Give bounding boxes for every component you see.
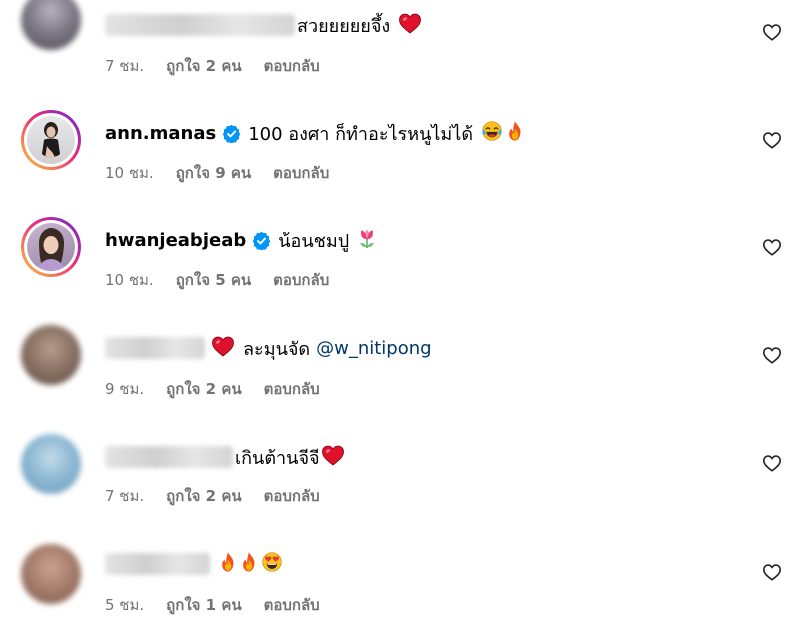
comment-line: ann.manas 100 องศา ก็ทำอะไรหนูไม่ได้ [105, 119, 525, 147]
comment-text: เกินต้านจีจี [235, 447, 320, 469]
reply-button[interactable]: ตอบกลับ [264, 377, 320, 401]
avatar[interactable] [21, 217, 81, 277]
like-heart-icon[interactable] [762, 131, 782, 149]
reply-button[interactable]: ตอบกลับ [264, 54, 320, 78]
like-heart-icon[interactable] [762, 23, 782, 41]
likes-count[interactable]: ถูกใจ 5 คน [176, 268, 251, 292]
blurred-username[interactable] [105, 446, 233, 468]
username[interactable]: ann.manas [105, 123, 216, 144]
mention-link[interactable]: @w_nitipong [316, 338, 431, 359]
comment-meta: 10 ชม. ถูกใจ 9 คน ตอบกลับ [105, 163, 351, 183]
blurred-username[interactable] [105, 337, 205, 359]
comment-text: สวยยยยยจึ้ง [297, 15, 391, 37]
comment-meta: 9 ชม. ถูกใจ 2 คน ตอบกลับ [105, 379, 342, 399]
like-heart-icon[interactable] [762, 563, 782, 581]
comment-time[interactable]: 7 ชม. [105, 484, 144, 508]
likes-count[interactable]: ถูกใจ 1 คน [166, 593, 241, 617]
likes-count[interactable]: ถูกใจ 2 คน [166, 377, 241, 401]
red-heart-icon [321, 444, 345, 471]
comment-time[interactable]: 9 ชม. [105, 377, 144, 401]
likes-count[interactable]: ถูกใจ 2 คน [166, 484, 241, 508]
comment-meta: 10 ชม. ถูกใจ 5 คน ตอบกลับ [105, 270, 351, 290]
avatar[interactable] [21, 325, 81, 385]
comment-meta: 5 ชม. ถูกใจ 1 คน ตอบกลับ [105, 595, 342, 615]
like-heart-icon[interactable] [762, 454, 782, 472]
heart-eyes-icon [261, 551, 283, 578]
fire-icon [218, 551, 238, 578]
comment-line: สวยยยยยจึ้ง [105, 11, 422, 39]
comment-time[interactable]: 10 ชม. [105, 268, 154, 292]
likes-count[interactable]: ถูกใจ 2 คน [166, 54, 241, 78]
fire-icon [239, 551, 259, 578]
likes-count[interactable]: ถูกใจ 9 คน [176, 161, 251, 185]
comment-line: hwanjeabjeab น้อนชมปู [105, 226, 377, 254]
username[interactable]: hwanjeabjeab [105, 230, 246, 251]
reply-button[interactable]: ตอบกลับ [273, 268, 329, 292]
verified-badge-icon [252, 231, 271, 250]
avatar[interactable] [21, 434, 81, 494]
red-heart-icon [211, 335, 235, 362]
reply-button[interactable]: ตอบกลับ [273, 161, 329, 185]
comment-time[interactable]: 5 ชม. [105, 593, 144, 617]
tears-of-joy-icon [481, 120, 503, 147]
comment-meta: 7 ชม. ถูกใจ 2 คน ตอบกลับ [105, 56, 342, 76]
comment-meta: 7 ชม. ถูกใจ 2 คน ตอบกลับ [105, 486, 342, 506]
reply-button[interactable]: ตอบกลับ [264, 484, 320, 508]
fire-icon [505, 120, 525, 147]
reply-button[interactable]: ตอบกลับ [264, 593, 320, 617]
comment-line: เกินต้านจีจี [105, 443, 345, 471]
tulip-icon [357, 227, 377, 254]
red-heart-icon [398, 12, 422, 39]
comment-line [105, 550, 283, 578]
like-heart-icon[interactable] [762, 346, 782, 364]
avatar[interactable] [21, 110, 81, 170]
comment-time[interactable]: 10 ชม. [105, 161, 154, 185]
blurred-username[interactable] [105, 14, 295, 36]
comment-time[interactable]: 7 ชม. [105, 54, 144, 78]
comment-line: ละมุนจัด @w_nitipong [105, 334, 432, 362]
like-heart-icon[interactable] [762, 238, 782, 256]
comment-text: น้อนชมปู [278, 230, 350, 252]
blurred-username[interactable] [105, 553, 210, 575]
avatar[interactable] [21, 544, 81, 604]
comment-text: ละมุนจัด [243, 338, 311, 360]
verified-badge-icon [222, 124, 241, 143]
comment-text: 100 องศา ก็ทำอะไรหนูไม่ได้ [248, 123, 474, 145]
avatar[interactable] [21, 0, 81, 50]
